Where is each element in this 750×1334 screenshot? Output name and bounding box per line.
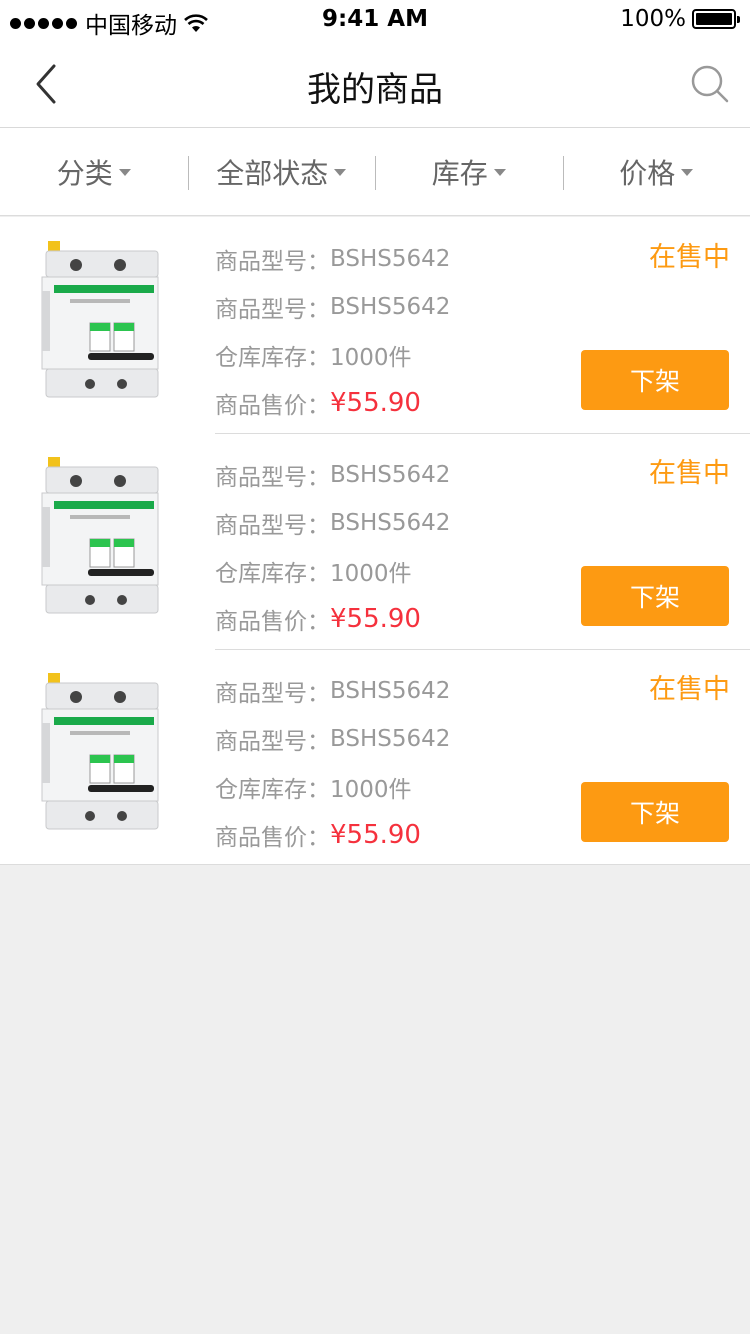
model-label: 商品型号： [215, 297, 330, 323]
delist-button[interactable]: 下架 [581, 782, 729, 842]
filter-label: 价格 [619, 156, 676, 190]
model-row: 商品型号： BSHS5642 [215, 715, 450, 763]
stock-label: 仓库库存： [215, 345, 330, 371]
caret-down-icon [681, 169, 694, 176]
model-value: BSHS5642 [330, 462, 451, 488]
model-value: BSHS5642 [330, 678, 451, 704]
product-info: 商品型号： BSHS5642 商品型号： BSHS5642 仓库库存： 1000… [215, 451, 450, 643]
page-title: 我的商品 [307, 70, 443, 110]
delist-button[interactable]: 下架 [581, 566, 729, 626]
delist-button[interactable]: 下架 [581, 350, 729, 410]
price-label: 商品售价： [215, 609, 330, 635]
product-image [41, 241, 159, 398]
stock-row: 仓库库存： 1000件 [215, 763, 450, 811]
model-value: BSHS5642 [330, 294, 451, 320]
price-value: ¥55.90 [330, 388, 421, 418]
caret-down-icon [493, 169, 506, 176]
filter-status[interactable]: 全部状态 [187, 128, 376, 216]
price-row: 商品售价： ¥55.90 [215, 379, 450, 427]
status-badge: 在售中 [649, 674, 730, 705]
product-list: 商品型号： BSHS5642 商品型号： BSHS5642 仓库库存： 1000… [0, 217, 750, 865]
battery-status: 100% [620, 6, 740, 32]
status-badge: 在售中 [649, 458, 730, 489]
product-image [41, 673, 159, 830]
stock-row: 仓库库存： 1000件 [215, 547, 450, 595]
nav-bar: 我的商品 [0, 40, 750, 128]
stock-label: 仓库库存： [215, 777, 330, 803]
status-bar: 中国移动 9:41 AM 100% [0, 0, 750, 40]
model-label: 商品型号： [215, 729, 330, 755]
model-value: BSHS5642 [330, 726, 451, 752]
model-row: 商品型号： BSHS5642 [215, 667, 450, 715]
status-badge: 在售中 [649, 242, 730, 273]
model-row: 商品型号： BSHS5642 [215, 235, 450, 283]
model-label: 商品型号： [215, 681, 330, 707]
stock-row: 仓库库存： 1000件 [215, 331, 450, 379]
product-item[interactable]: 商品型号： BSHS5642 商品型号： BSHS5642 仓库库存： 1000… [0, 649, 750, 865]
battery-percent: 100% [620, 6, 686, 32]
model-label: 商品型号： [215, 249, 330, 275]
caret-down-icon [118, 169, 131, 176]
filter-price[interactable]: 价格 [562, 128, 750, 216]
stock-value: 1000件 [330, 345, 412, 371]
filter-label: 库存 [431, 156, 488, 190]
price-row: 商品售价： ¥55.90 [215, 811, 450, 859]
price-label: 商品售价： [215, 393, 330, 419]
model-label: 商品型号： [215, 465, 330, 491]
model-label: 商品型号： [215, 513, 330, 539]
search-icon[interactable] [690, 64, 730, 104]
caret-down-icon [334, 169, 347, 176]
product-info: 商品型号： BSHS5642 商品型号： BSHS5642 仓库库存： 1000… [215, 667, 450, 859]
filter-label: 分类 [56, 156, 113, 190]
divider [215, 433, 750, 434]
product-info: 商品型号： BSHS5642 商品型号： BSHS5642 仓库库存： 1000… [215, 235, 450, 427]
divider [215, 649, 750, 650]
model-row: 商品型号： BSHS5642 [215, 451, 450, 499]
model-value: BSHS5642 [330, 246, 451, 272]
filter-stock[interactable]: 库存 [375, 128, 563, 216]
model-row: 商品型号： BSHS5642 [215, 499, 450, 547]
filter-label: 全部状态 [216, 156, 329, 190]
stock-value: 1000件 [330, 777, 412, 803]
stock-label: 仓库库存： [215, 561, 330, 587]
battery-icon [692, 9, 740, 29]
model-row: 商品型号： BSHS5642 [215, 283, 450, 331]
product-item[interactable]: 商品型号： BSHS5642 商品型号： BSHS5642 仓库库存： 1000… [0, 433, 750, 649]
filter-category[interactable]: 分类 [0, 128, 188, 216]
product-image [41, 457, 159, 614]
price-value: ¥55.90 [330, 604, 421, 634]
filter-bar: 分类 全部状态 库存 价格 [0, 128, 750, 216]
stock-value: 1000件 [330, 561, 412, 587]
model-value: BSHS5642 [330, 510, 451, 536]
price-row: 商品售价： ¥55.90 [215, 595, 450, 643]
product-item[interactable]: 商品型号： BSHS5642 商品型号： BSHS5642 仓库库存： 1000… [0, 217, 750, 433]
price-value: ¥55.90 [330, 820, 421, 850]
price-label: 商品售价： [215, 825, 330, 851]
